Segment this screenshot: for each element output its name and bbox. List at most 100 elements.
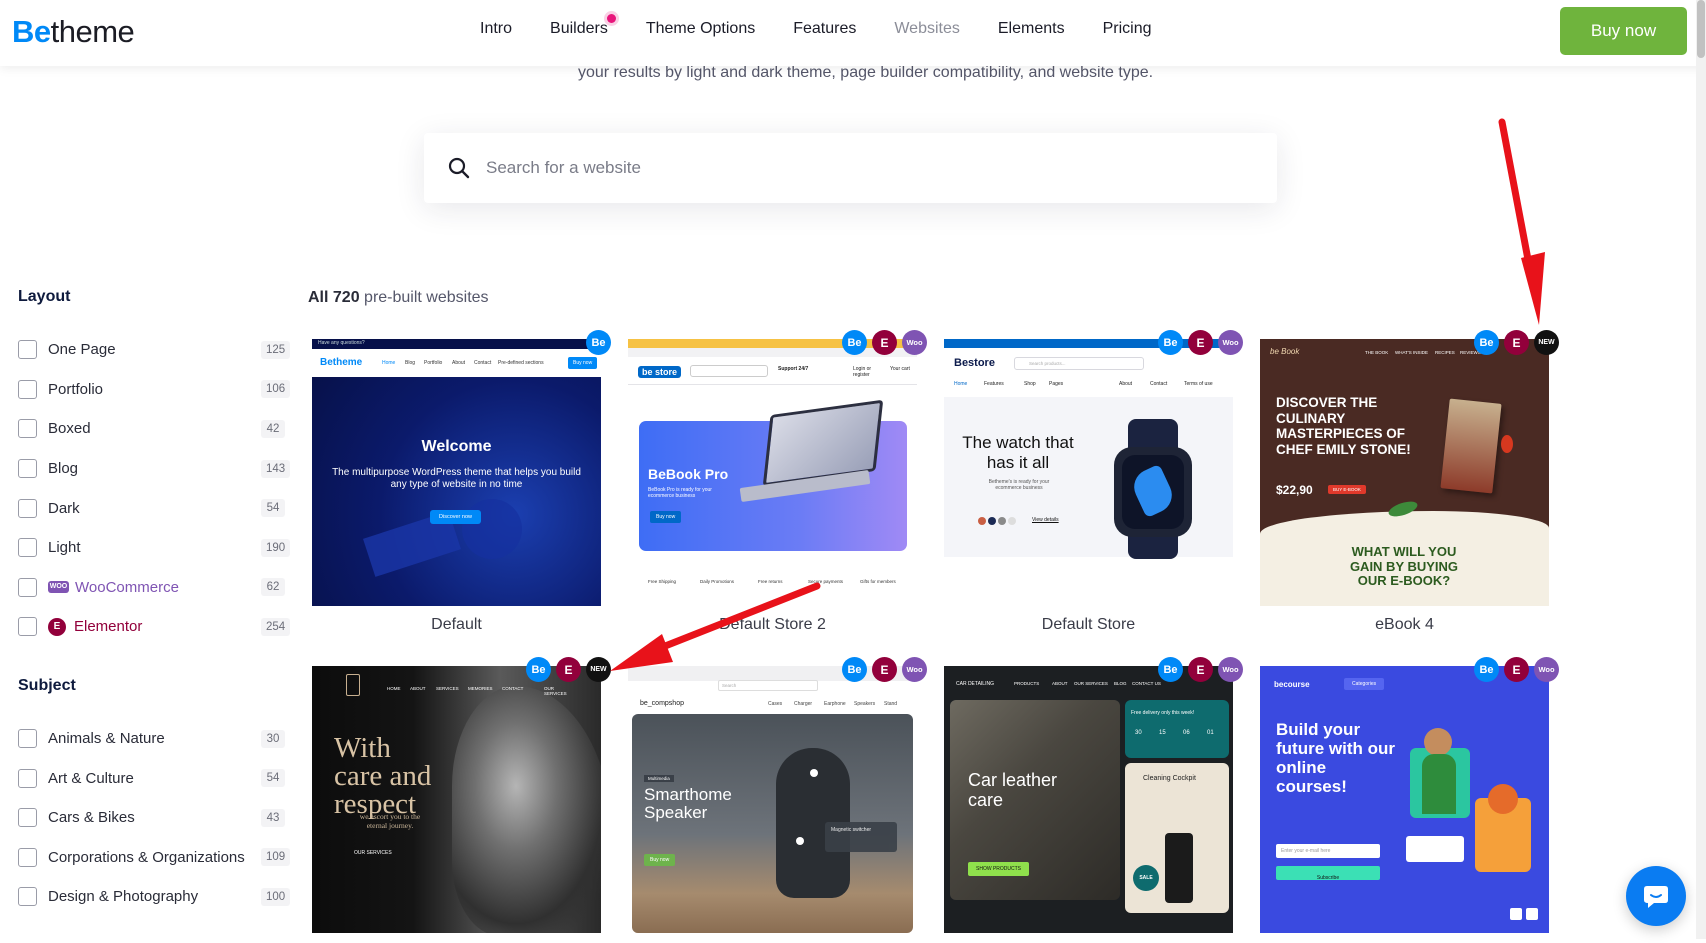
thumb-timer: 30 [1135,730,1142,736]
filter-count: 62 [261,578,285,597]
elementor-badge: E [872,330,897,355]
nav-features[interactable]: Features [793,20,856,38]
thumb-nav: PRODUCTS [1014,681,1040,686]
filter-label: One Page [48,341,116,359]
filter-subject-design-photography[interactable]: Design & Photography 100 [18,877,291,917]
layout-title: Layout [18,288,71,305]
filter-layout-one-page[interactable]: One Page 125 [18,330,291,370]
website-card[interactable]: Be E NEW HOME ABOUT SERVICES MEMORIES CONT… [312,657,611,943]
thumb-nav: Features [984,381,1004,387]
thumb-title: Build your future with our online course… [1276,720,1395,796]
thumb-nav: SERVICES [436,686,459,691]
filter-count: 125 [261,340,291,359]
nav-intro[interactable]: Intro [480,20,512,38]
card-thumbnail[interactable]: be store Support 24/7 Login or register … [628,339,917,606]
website-card[interactable]: Be Have any questions? Betheme Home Blog… [312,330,611,634]
filter-count: 43 [261,808,285,827]
filter-checkbox[interactable] [18,340,37,360]
filter-checkbox[interactable] [18,577,37,597]
filter-checkbox[interactable] [18,768,37,788]
filter-count: 190 [261,538,291,557]
be-badge: Be [1158,657,1183,682]
thumb-nav: Charger [794,701,813,707]
card-thumbnail[interactable]: Bestore Search products... Home Features… [944,339,1233,606]
website-card[interactable]: Be E Woo Bestore Search products... Home F… [944,330,1243,634]
card-badges: Be E Woo [1158,657,1243,682]
card-thumbnail[interactable]: CAR DETAILING PRODUCTS ABOUT OUR SERVICE… [944,666,1233,933]
filter-label: Art & Culture [48,769,134,787]
card-name: Default [431,616,482,633]
filter-checkbox[interactable] [18,887,37,907]
thumb-text: Login or register [853,366,872,378]
website-card[interactable]: Be E Woo be store Support 24/7 Login or re… [628,330,927,634]
filter-subject-art-culture[interactable]: Art & Culture 54 [18,758,288,798]
filter-layout-light[interactable]: Light 190 [18,528,291,568]
thumb-nav: Speakers [854,701,876,707]
thumb-subtitle: Betheme's is ready for your ecommerce bu… [988,479,1050,491]
card-name: Default Store 2 [719,616,826,633]
filter-count: 54 [261,769,285,788]
filter-layout-blog[interactable]: Blog 143 [18,449,291,489]
page-scrollbar[interactable] [1696,0,1706,939]
filter-checkbox[interactable] [18,538,37,558]
filter-layout-woocommerce[interactable]: WOO WooCommerce 62 [18,568,288,608]
filter-checkbox[interactable] [18,729,37,749]
thumb-logo: becourse [1274,680,1310,689]
elementor-badge: E [872,657,897,682]
nav-websites[interactable]: Websites [894,20,960,38]
filter-checkbox[interactable] [18,847,37,867]
chat-widget-button[interactable] [1626,866,1686,926]
nav-theme-options[interactable]: Theme Options [646,20,755,38]
intro-text: your results by light and dark theme, pa… [577,64,1154,81]
betheme-logo[interactable]: Betheme [12,14,135,50]
scrollbar-thumb[interactable] [1697,0,1705,58]
thumb-nav: About [1119,381,1133,387]
filter-count: 30 [261,729,285,748]
filter-layout-dark[interactable]: Dark 54 [18,488,288,528]
nav-builders[interactable]: Builders [550,14,616,38]
website-card[interactable]: Be E Woo becourse Categories Build your fu… [1260,657,1559,943]
filter-checkbox[interactable] [18,459,37,479]
website-card[interactable]: Be E NEW be Book THE BOOK WHAT'S INSIDE RE… [1260,330,1559,634]
search-input[interactable] [486,158,1186,178]
nav-pricing[interactable]: Pricing [1103,20,1152,38]
filter-checkbox[interactable] [18,379,37,399]
woocommerce-badge: Woo [1218,330,1243,355]
filter-checkbox[interactable] [18,808,37,828]
card-thumbnail[interactable]: Have any questions? Betheme Home Blog Po… [312,339,601,606]
thumb-button: Discover now [430,510,482,524]
thumb-nav: About [452,360,466,366]
filter-checkbox[interactable] [18,419,37,439]
filter-subject-corporations-organizations[interactable]: Corporations & Organizations 109 [18,838,291,878]
filter-layout-portfolio[interactable]: Portfolio 106 [18,370,291,410]
be-badge: Be [1474,657,1499,682]
filter-checkbox[interactable] [18,617,37,637]
woocommerce-badge: Woo [1534,657,1559,682]
buy-now-button[interactable]: Buy now [1560,7,1687,55]
card-thumbnail[interactable]: becourse Categories Build your future wi… [1260,666,1549,933]
card-thumbnail[interactable]: be Book THE BOOK WHAT'S INSIDE RECIPES R… [1260,339,1549,606]
filter-layout-boxed[interactable]: Boxed 42 [18,409,288,449]
website-card[interactable]: Be E Woo Search be_compshop Cases Charger … [628,657,927,943]
thumb-nav: Earphone [824,701,846,707]
be-badge: Be [1158,330,1183,355]
thumb-nav: BLOG [1114,681,1127,686]
filter-subject-animals-nature[interactable]: Animals & Nature 30 [18,719,288,759]
thumb-subtitle: we escort you to the eternal journey. [359,812,421,830]
filter-label: Dark [48,499,80,517]
website-card[interactable]: Be E Woo CAR DETAILING PRODUCTS ABOUT OUR … [944,657,1243,943]
thumb-text: Free delivery only this week! [1131,710,1195,716]
thumb-nav: WHAT'S INSIDE [1395,350,1429,355]
nav-elements[interactable]: Elements [998,20,1065,38]
filter-label: Elementor [74,618,143,636]
card-badges: Be E NEW [1474,330,1559,355]
filter-checkbox[interactable] [18,498,37,518]
card-thumbnail[interactable]: Search be_compshop Cases Charger Earphon… [628,666,917,933]
thumb-button: Subscribe [1316,875,1340,881]
filter-subject-cars-bikes[interactable]: Cars & Bikes 43 [18,798,288,838]
card-thumbnail[interactable]: HOME ABOUT SERVICES MEMORIES CONTACT OUR… [312,666,601,933]
thumb-nav: CONTACT [502,686,524,691]
filter-layout-elementor[interactable]: E Elementor 254 [18,607,291,647]
filter-count: 42 [261,419,285,438]
thumb-title: Car leather care [968,770,1058,810]
